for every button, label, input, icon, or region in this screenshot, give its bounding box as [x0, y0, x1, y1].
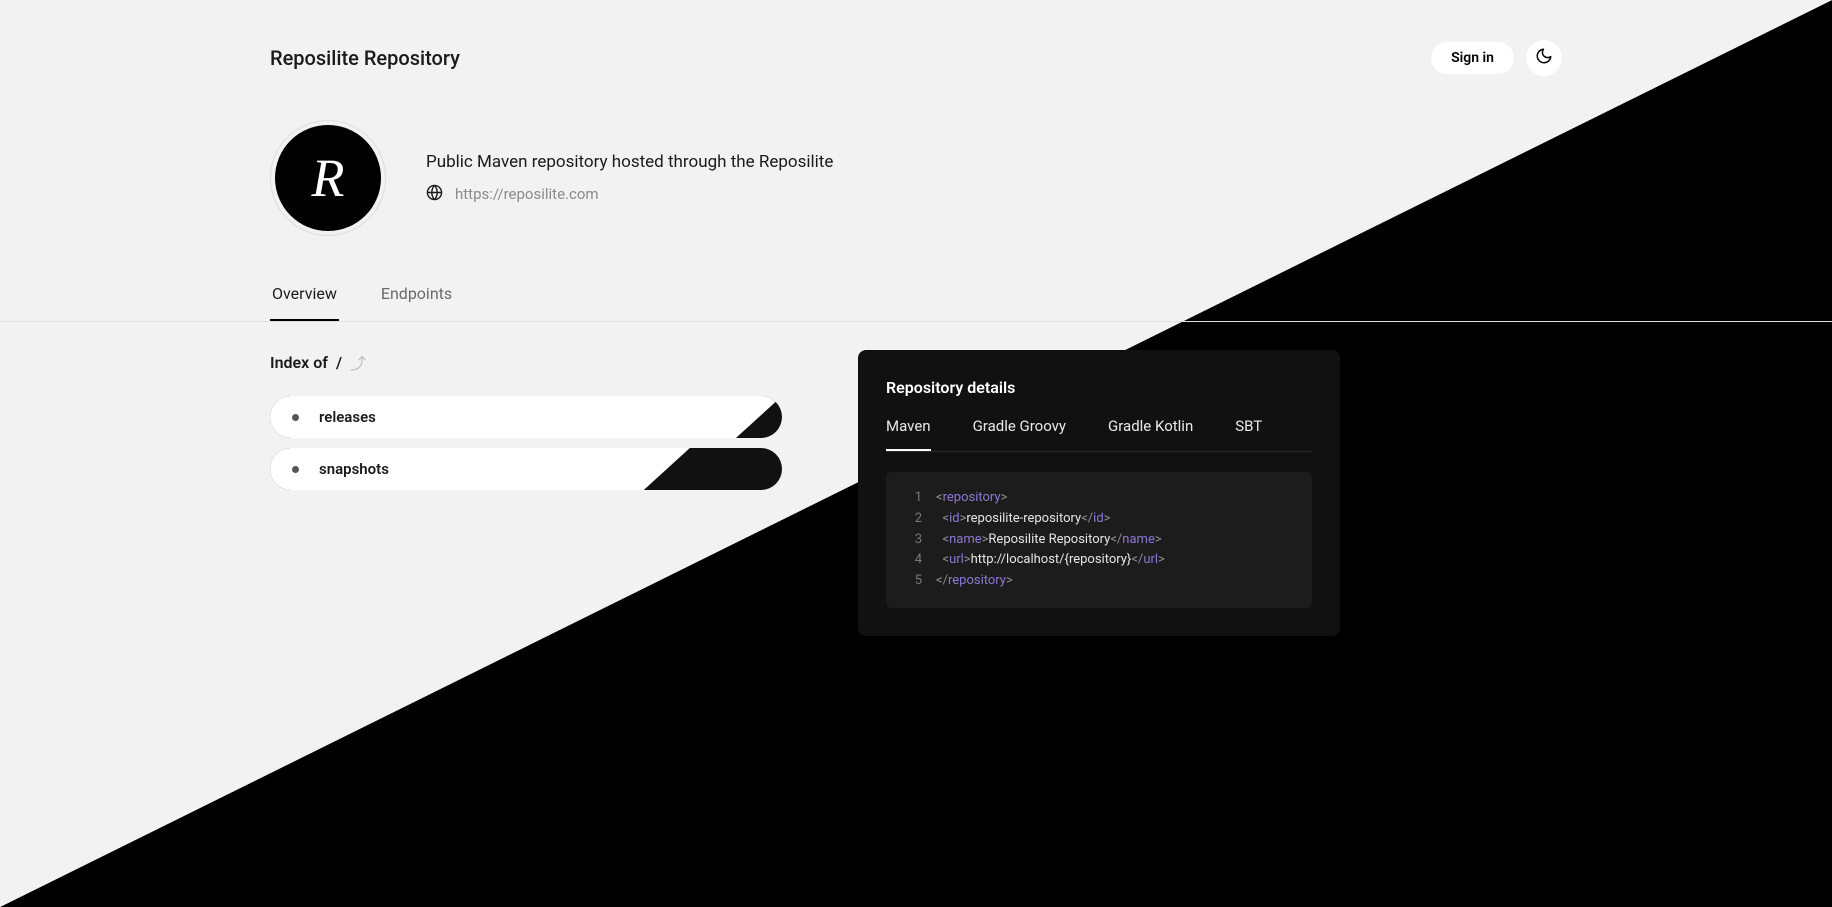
directory-name: releases [319, 408, 376, 426]
globe-icon [426, 184, 443, 205]
logo-letter: R [275, 125, 381, 231]
moon-icon [1535, 47, 1553, 69]
card-title: Repository details [886, 378, 1312, 397]
directory-item-snapshots[interactable]: snapshots [270, 448, 782, 490]
logo: R [270, 120, 386, 236]
snippet-tab-maven[interactable]: Maven [886, 417, 931, 451]
code-snippet[interactable]: 1<repository> 2 <id>reposilite-repositor… [886, 472, 1312, 608]
bullet-icon [292, 414, 299, 421]
line-number: 1 [904, 488, 922, 509]
bullet-icon [292, 466, 299, 473]
tab-endpoints[interactable]: Endpoints [379, 284, 454, 321]
line-number: 4 [904, 550, 922, 571]
repo-website-link[interactable]: https://reposilite.com [426, 184, 833, 205]
topbar: Reposilite Repository Sign in [0, 0, 1832, 76]
directory-item-releases[interactable]: releases [270, 396, 782, 438]
snippet-tab-sbt[interactable]: SBT [1235, 417, 1262, 451]
index-current-path: / [336, 353, 342, 372]
snippet-tab-gradle-groovy[interactable]: Gradle Groovy [973, 417, 1066, 451]
snippet-tabs: Maven Gradle Groovy Gradle Kotlin SBT [886, 417, 1312, 452]
line-number: 5 [904, 571, 922, 592]
index-path: Index of / ⤴ [270, 350, 782, 374]
theme-toggle-button[interactable] [1526, 40, 1562, 76]
line-number: 3 [904, 530, 922, 551]
snippet-tab-gradle-kotlin[interactable]: Gradle Kotlin [1108, 417, 1193, 451]
tab-overview[interactable]: Overview [270, 284, 339, 321]
main-tabs: Overview Endpoints [0, 284, 1832, 322]
line-number: 2 [904, 509, 922, 530]
page-title: Reposilite Repository [270, 46, 460, 70]
hero: R Public Maven repository hosted through… [0, 76, 1832, 236]
directory-name: snapshots [319, 460, 389, 478]
up-arrow-icon[interactable]: ⤴ [350, 350, 366, 374]
repo-website-url: https://reposilite.com [455, 185, 599, 203]
repo-description: Public Maven repository hosted through t… [426, 152, 833, 172]
index-prefix: Index of [270, 353, 328, 372]
repository-details-card: Repository details Maven Gradle Groovy G… [858, 350, 1340, 636]
signin-button[interactable]: Sign in [1431, 42, 1514, 74]
